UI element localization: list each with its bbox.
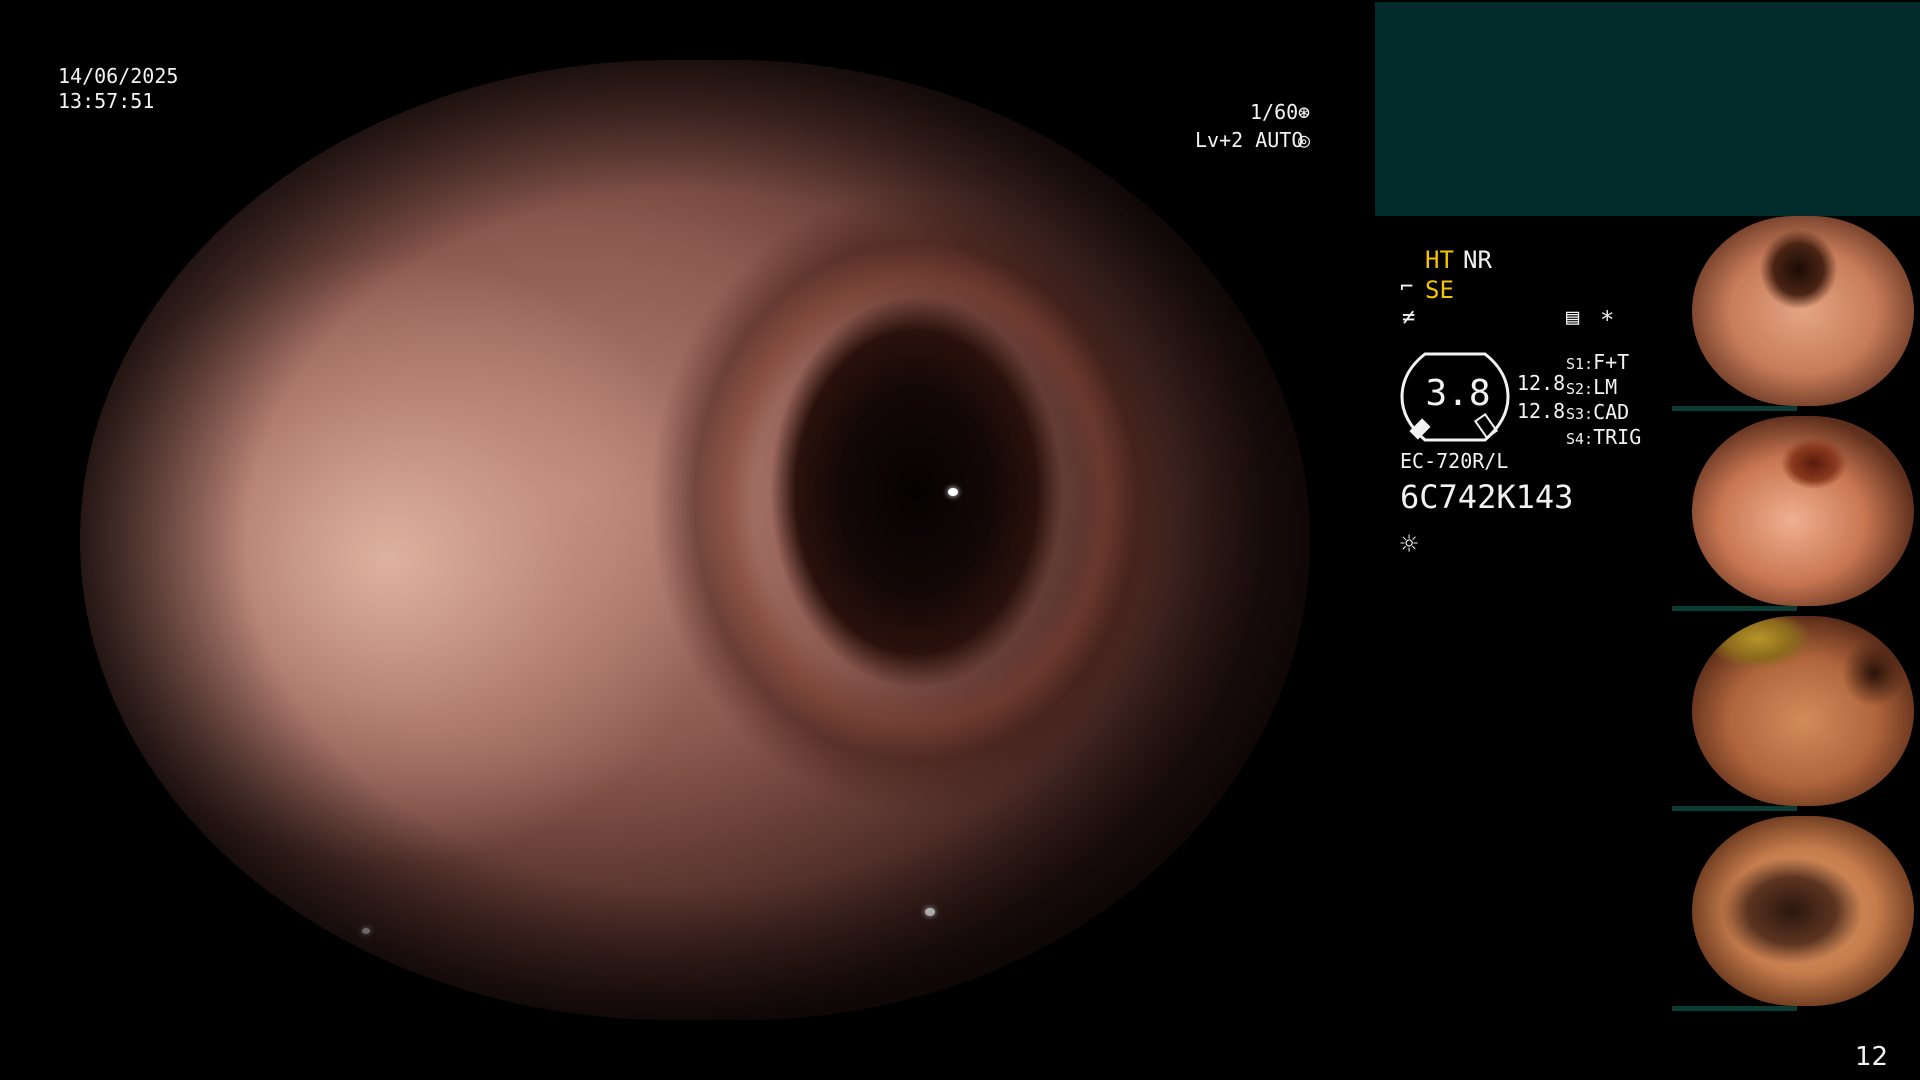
light-reflection xyxy=(948,488,958,496)
side-value-1: 12.8 xyxy=(1517,371,1566,395)
zoom-value: 3.8 xyxy=(1425,373,1491,414)
switch-item: S2:LM xyxy=(1566,375,1618,399)
auto-iris-icon: ◎ xyxy=(1298,128,1311,152)
thumbnail-bar xyxy=(1672,606,1797,611)
menu-icon: ▤ xyxy=(1566,305,1580,330)
mode-nr: NR xyxy=(1463,246,1492,274)
capture-thumbnail[interactable] xyxy=(1672,616,1920,811)
side-value-2: 12.8 xyxy=(1517,399,1566,423)
thumbnail-bar xyxy=(1672,806,1797,811)
thumbnail-bar xyxy=(1672,1006,1797,1011)
light-reflection xyxy=(362,928,370,934)
brightness-level: Lv+2 AUTO xyxy=(1195,128,1304,152)
capture-thumbnail[interactable] xyxy=(1672,216,1920,411)
shutter-speed: 1/60 xyxy=(1250,100,1299,124)
info-panel-header xyxy=(1375,2,1920,216)
light-reflection xyxy=(925,908,935,916)
switch-item: S4:TRIG xyxy=(1566,425,1642,449)
light-source-icon: ☼ xyxy=(1400,527,1419,562)
time-label: 13:57:51 xyxy=(58,89,155,113)
capture-thumbnail[interactable] xyxy=(1672,416,1920,611)
shutter-icon: ⊛ xyxy=(1298,100,1311,124)
freeze-icon: ≠ xyxy=(1402,305,1416,330)
star-indicator: * xyxy=(1600,306,1615,334)
scope-model: EC-720R/L xyxy=(1400,449,1509,473)
scope-serial: 6C742K143 xyxy=(1400,478,1574,516)
thumbnail-image xyxy=(1692,816,1914,1006)
thumbnail-bar xyxy=(1672,406,1797,411)
switch-item: S3:CAD xyxy=(1566,400,1630,424)
date-label: 14/06/2025 xyxy=(58,64,179,88)
capture-thumbnail[interactable] xyxy=(1672,816,1920,1011)
structure-enhance-icon: ⌐ xyxy=(1400,275,1414,300)
endoscope-main-view xyxy=(80,60,1310,1020)
page-number: 12 xyxy=(1855,1042,1889,1072)
switch-item: S1:F+T xyxy=(1566,350,1630,374)
thumbnail-image xyxy=(1692,216,1914,406)
thumbnail-image xyxy=(1692,416,1914,606)
mode-ht: HT xyxy=(1425,246,1454,274)
switch-list: S1:F+T S2:LM S3:CAD S4:TRIG xyxy=(1566,350,1641,450)
thumbnail-image xyxy=(1692,616,1914,806)
mode-se: SE xyxy=(1425,276,1454,304)
